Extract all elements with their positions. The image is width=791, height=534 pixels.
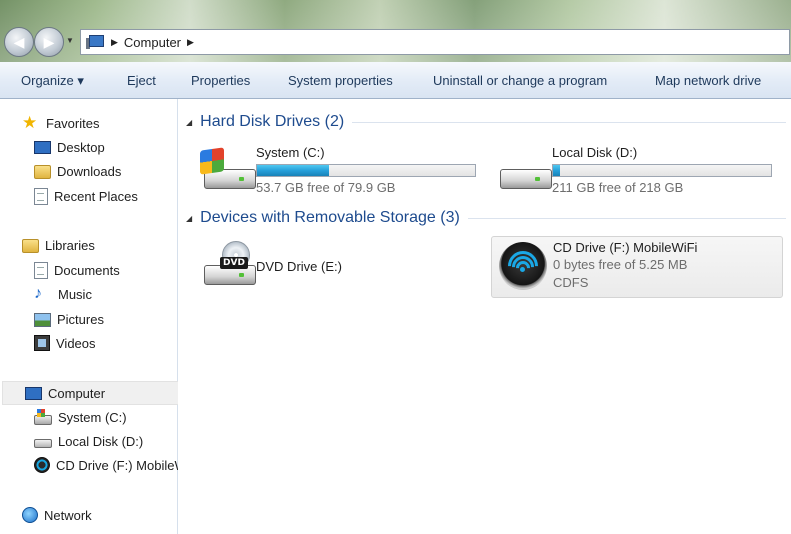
drive-name: CD Drive (F:) MobileWiFi (553, 240, 698, 255)
windows-drive-icon (198, 143, 256, 193)
section-hard-disk-drives[interactable]: ◢ Hard Disk Drives (2) (186, 111, 786, 133)
section-title: Hard Disk Drives (2) (200, 113, 345, 130)
recent-pages-dropdown[interactable]: ▼ (66, 36, 74, 45)
arrow-right-icon: ▶ (43, 33, 55, 50)
collapse-triangle-icon[interactable]: ◢ (186, 118, 192, 127)
map-network-drive-button[interactable]: Map network drive (655, 73, 761, 88)
system-properties-button[interactable]: System properties (288, 73, 393, 88)
nav-label: Favorites (46, 115, 100, 131)
drive-tile-system-c[interactable]: System (C:) 53.7 GB free of 79.9 GB (198, 143, 488, 199)
wifi-disc-icon (495, 240, 553, 290)
usage-bar (256, 164, 476, 177)
nav-label: Recent Places (54, 188, 138, 204)
nav-label: Downloads (57, 163, 122, 179)
breadcrumb-chevron-icon[interactable]: ▶ (187, 37, 194, 48)
content-pane: ◢ Hard Disk Drives (2) System (C:) 53.7 … (178, 99, 791, 534)
nav-label: Libraries (45, 237, 95, 253)
arrow-left-icon: ◀ (13, 33, 25, 50)
hard-drive-icon (34, 439, 52, 448)
properties-button[interactable]: Properties (191, 73, 250, 88)
nav-label: Local Disk (D:) (58, 433, 144, 449)
back-button[interactable]: ◀ (4, 27, 34, 57)
drive-tile-local-d[interactable]: Local Disk (D:) 211 GB free of 218 GB (494, 143, 784, 199)
drive-name: DVD Drive (E:) (256, 259, 342, 274)
nav-label: System (C:) (58, 409, 127, 425)
dvd-label: DVD (220, 257, 248, 269)
nav-label: Desktop (57, 139, 105, 155)
star-icon: ★ (22, 113, 38, 132)
picture-icon (34, 313, 51, 327)
nav-favorites[interactable]: ★ Favorites (0, 112, 198, 134)
eject-button[interactable]: Eject (127, 73, 156, 88)
desktop-icon (34, 141, 51, 154)
dvd-drive-icon: DVD (198, 239, 256, 289)
nav-computer[interactable]: Computer (2, 381, 198, 405)
drive-free-space: 0 bytes free of 5.25 MB (553, 257, 688, 272)
film-icon (34, 335, 50, 351)
nav-label: Pictures (57, 311, 104, 327)
organize-button[interactable]: Organize ▾ (21, 73, 84, 89)
section-divider (467, 217, 786, 219)
forward-button[interactable]: ▶ (34, 27, 64, 57)
document-icon (34, 261, 48, 279)
network-icon (22, 507, 38, 523)
nav-label: Music (58, 286, 92, 302)
navigation-pane: ★ Favorites Desktop Downloads Recent Pla… (0, 99, 200, 534)
uninstall-program-button[interactable]: Uninstall or change a program (433, 73, 607, 88)
drive-name: Local Disk (D:) (552, 145, 638, 160)
computer-icon (25, 387, 42, 400)
section-title: Devices with Removable Storage (3) (200, 209, 460, 226)
drive-filesystem: CDFS (553, 275, 589, 290)
usage-fill (553, 165, 560, 176)
nav-label: Videos (56, 335, 96, 351)
wifi-disc-icon (34, 457, 50, 473)
windows-drive-icon (34, 409, 52, 425)
address-bar[interactable]: ▶ Computer ▶ (80, 29, 790, 55)
computer-icon (85, 34, 105, 50)
drive-name: System (C:) (256, 145, 325, 160)
nav-libraries[interactable]: Libraries (0, 234, 198, 256)
music-note-icon: ♪ (34, 285, 42, 302)
nav-label: Network (44, 507, 92, 523)
section-divider (352, 121, 786, 123)
drive-tile-cd-f[interactable]: CD Drive (F:) MobileWiFi 0 bytes free of… (491, 236, 783, 298)
breadcrumb-computer[interactable]: Computer (124, 35, 181, 50)
nav-label: Computer (48, 385, 106, 401)
recent-places-icon (34, 187, 48, 205)
drive-free-space: 53.7 GB free of 79.9 GB (256, 180, 396, 195)
usage-bar (552, 164, 772, 177)
nav-network[interactable]: Network (0, 504, 198, 526)
libraries-icon (22, 239, 39, 253)
drive-free-space: 211 GB free of 218 GB (552, 180, 684, 195)
breadcrumb-chevron-icon[interactable]: ▶ (111, 37, 118, 48)
hard-drive-icon (494, 143, 552, 193)
command-bar: Organize ▾ Eject Properties System prope… (0, 62, 791, 99)
section-removable-storage[interactable]: ◢ Devices with Removable Storage (3) (186, 207, 786, 229)
usage-fill (257, 165, 329, 176)
drive-tile-dvd-e[interactable]: DVD DVD Drive (E:) (198, 239, 488, 295)
downloads-folder-icon (34, 165, 51, 179)
nav-label: Documents (54, 262, 120, 278)
collapse-triangle-icon[interactable]: ◢ (186, 214, 192, 223)
